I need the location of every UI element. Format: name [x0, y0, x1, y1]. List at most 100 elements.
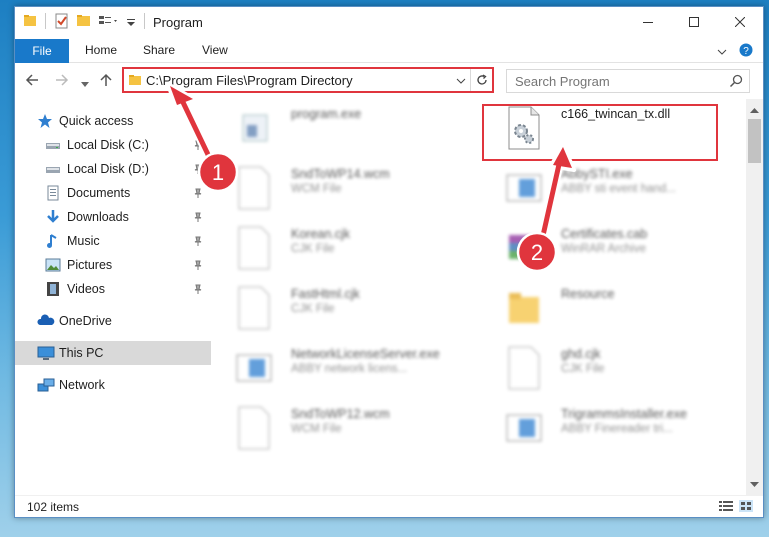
file-item[interactable]: SndToWP14.wcm WCM File: [215, 161, 455, 217]
file-item[interactable]: AbbySTI.exe ABBY sti event hand...: [485, 161, 725, 217]
recent-locations-icon[interactable]: [81, 77, 89, 91]
svg-text:?: ?: [743, 46, 749, 57]
file-type: ABBY Finereader tri...: [561, 423, 673, 435]
file-type: CJK File: [291, 243, 335, 255]
address-path[interactable]: C:\Program Files\Program Directory: [146, 73, 353, 88]
sidebar-item-label: Music: [67, 234, 100, 248]
sidebar-item-pictures[interactable]: Pictures: [15, 253, 211, 277]
properties-icon[interactable]: [54, 13, 70, 29]
sidebar-item-label: Local Disk (C:): [67, 138, 149, 152]
file-name: FastHtml.cjk: [291, 287, 360, 301]
details-view-icon[interactable]: [719, 500, 733, 515]
close-button[interactable]: [717, 7, 763, 37]
sidebar-item-music[interactable]: Music: [15, 229, 211, 253]
scroll-down-icon[interactable]: [750, 477, 759, 491]
sidebar-item-label: Network: [59, 378, 105, 392]
exe-icon: [235, 105, 273, 151]
file-item[interactable]: Certificates.cab WinRAR Archive: [485, 221, 725, 277]
pin-icon[interactable]: [193, 235, 203, 249]
music-icon: [45, 233, 61, 249]
sidebar-item-videos[interactable]: Videos: [15, 277, 211, 301]
back-button[interactable]: [25, 73, 39, 90]
expand-ribbon-icon[interactable]: [717, 45, 727, 59]
downloads-icon: [45, 209, 61, 225]
sidebar-item-quick-access[interactable]: Quick access: [15, 109, 211, 133]
file-name: Korean.cjk: [291, 227, 351, 241]
pin-icon[interactable]: [193, 283, 203, 297]
sidebar-item-downloads[interactable]: Downloads: [15, 205, 211, 229]
sidebar-item-local-disk-d[interactable]: Local Disk (D:): [15, 157, 211, 181]
help-icon[interactable]: ?: [739, 43, 753, 60]
sidebar-item-label: Documents: [67, 186, 131, 200]
pin-icon[interactable]: [193, 211, 203, 225]
sidebar-item-local-disk-c[interactable]: Local Disk (C:): [15, 133, 211, 157]
blank-file-icon: [235, 405, 273, 451]
sidebar-item-label: Quick access: [59, 114, 134, 128]
file-item[interactable]: FastHtml.cjk CJK File: [215, 281, 455, 337]
file-type: CJK File: [291, 303, 335, 315]
view-options-icon[interactable]: [98, 13, 120, 29]
folder-icon: [505, 285, 543, 331]
file-item[interactable]: Resource: [485, 281, 725, 337]
item-count: 102 items: [27, 500, 80, 514]
scroll-up-icon[interactable]: [750, 103, 759, 117]
navigation-bar: C:\Program Files\Program Directory: [15, 65, 763, 97]
new-folder-icon[interactable]: [76, 13, 92, 29]
maximize-button[interactable]: [671, 7, 717, 37]
search-box[interactable]: [506, 69, 750, 93]
customize-toolbar-icon[interactable]: [126, 13, 136, 29]
cloud-icon: [37, 313, 55, 329]
sidebar-item-network[interactable]: Network: [15, 373, 211, 397]
blank-file-icon: [235, 225, 273, 271]
file-type: ABBY sti event hand...: [561, 183, 676, 195]
sidebar-item-label: Videos: [67, 282, 105, 296]
forward-button[interactable]: [55, 73, 69, 90]
tab-file[interactable]: File: [15, 39, 69, 63]
file-item[interactable]: NetworkLicenseServer.exe ABBY network li…: [215, 341, 455, 397]
file-name: SndToWP14.wcm: [291, 167, 390, 181]
file-item[interactable]: ghd.cjk CJK File: [485, 341, 725, 397]
search-icon[interactable]: [729, 74, 743, 91]
sidebar-item-documents[interactable]: Documents: [15, 181, 211, 205]
file-name: program.exe: [291, 107, 362, 121]
scroll-thumb[interactable]: [748, 119, 761, 163]
file-name: Resource: [561, 287, 615, 301]
file-item[interactable]: TrigrammsInstaller.exe ABBY Finereader t…: [485, 401, 725, 457]
file-name: Certificates.cab: [561, 227, 648, 241]
tab-share[interactable]: Share: [143, 43, 175, 57]
refresh-button[interactable]: [470, 69, 492, 91]
address-bar[interactable]: C:\Program Files\Program Directory: [122, 67, 494, 93]
tiles-view-icon[interactable]: [739, 500, 753, 515]
file-name: ghd.cjk: [561, 347, 601, 361]
pin-icon[interactable]: [193, 163, 203, 177]
sidebar-item-this-pc[interactable]: This PC: [15, 341, 211, 365]
folder-icon: [23, 14, 37, 28]
pictures-icon: [45, 257, 61, 273]
app-window-icon: [235, 345, 273, 391]
pin-icon[interactable]: [193, 139, 203, 153]
separator: [144, 13, 145, 29]
explorer-window: Program File Home Share View ? C:\Progra…: [14, 6, 764, 518]
ribbon: File Home Share View ?: [15, 37, 763, 63]
drive-icon: [45, 137, 61, 153]
vertical-scrollbar[interactable]: [746, 99, 763, 495]
chevron-down-icon[interactable]: [456, 74, 466, 88]
file-item[interactable]: program.exe: [215, 101, 455, 157]
pin-icon[interactable]: [193, 259, 203, 273]
file-item[interactable]: SndToWP12.wcm WCM File: [215, 401, 455, 457]
file-type: CJK File: [561, 363, 605, 375]
up-button[interactable]: [99, 73, 113, 90]
network-icon: [37, 377, 55, 393]
file-type: WCM File: [291, 183, 342, 195]
minimize-button[interactable]: [625, 7, 671, 37]
tab-view[interactable]: View: [202, 43, 228, 57]
sidebar-item-label: Pictures: [67, 258, 113, 272]
search-input[interactable]: [515, 73, 715, 89]
window-controls: [625, 7, 763, 37]
tab-home[interactable]: Home: [85, 43, 117, 57]
pin-icon[interactable]: [193, 187, 203, 201]
view-toggles: [719, 500, 753, 515]
sidebar-item-onedrive[interactable]: OneDrive: [15, 309, 211, 333]
file-item[interactable]: Korean.cjk CJK File: [215, 221, 455, 277]
file-type: WinRAR Archive: [561, 243, 646, 255]
